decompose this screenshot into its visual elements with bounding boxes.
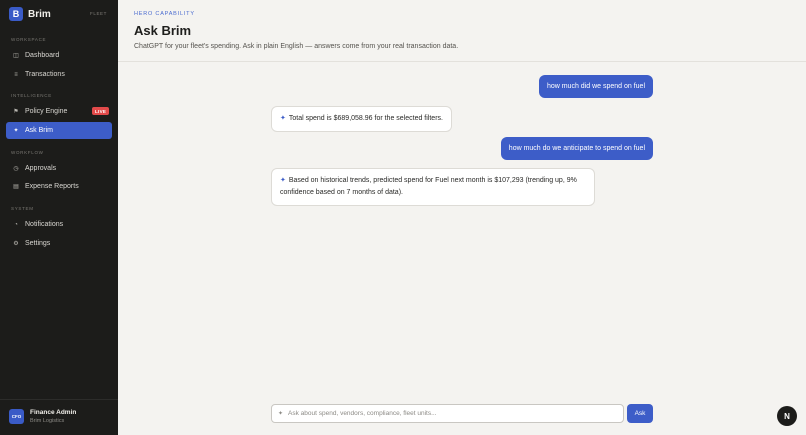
user-name[interactable]: Finance Admin [30,409,76,416]
message-text: how much do we anticipate to spend on fu… [508,145,645,152]
section-label-workflow: WORKFLOW [11,150,44,155]
sidebar-item-ask-brim[interactable]: ✦ Ask Brim [6,122,112,139]
page-eyebrow: HERO CAPABILITY [134,11,195,17]
sidebar-item-label: Transactions [25,71,65,78]
user-org: Brim Logistics [30,418,65,424]
sidebar-item-transactions[interactable]: ≡ Transactions [6,66,112,83]
section-label-system: SYSTEM [11,206,34,211]
sidebar-item-settings[interactable]: ⚙ Settings [6,235,112,252]
brand-tag: FLEET [90,11,108,16]
ask-button[interactable]: Ask [627,404,653,423]
message-text: Total spend is $689,058.96 for the selec… [288,115,443,122]
flag-icon: ⚑ [13,109,19,115]
sidebar-item-policy-engine[interactable]: ⚑ Policy Engine LIVE [6,103,112,120]
sidebar: B Brim FLEET WORKSPACE ◫ Dashboard ≡ Tra… [0,0,118,435]
sparkle-icon: ✦ [278,411,284,417]
message-text: Based on historical trends, predicted sp… [280,177,577,196]
section-label-workspace: WORKSPACE [11,37,47,42]
sidebar-item-label: Settings [25,240,51,247]
page-title: Ask Brim [134,23,192,38]
avatar[interactable]: CFO [9,409,24,424]
bell-icon: ◔ [14,221,18,228]
sidebar-item-label: Approvals [25,165,57,172]
message-text: how much did we spend on fuel [546,83,645,90]
sidebar-item-label: Dashboard [25,52,60,59]
sparkle-icon: ✦ [280,115,286,122]
user-message: how much did we spend on fuel [538,75,653,98]
live-badge: LIVE [92,107,110,115]
sidebar-divider [0,399,118,400]
check-circle-icon: ◷ [13,166,19,172]
brand-name: Brim [28,8,51,20]
brand[interactable]: B Brim [9,6,51,22]
sparkle-icon: ✦ [13,128,19,134]
assistant-message: ✦ Based on historical trends, predicted s… [271,168,595,206]
gear-icon: ⚙ [13,241,19,247]
sidebar-item-approvals[interactable]: ◷ Approvals [6,160,112,177]
user-message: how much do we anticipate to spend on fu… [500,137,653,160]
ask-input[interactable] [288,410,619,417]
ask-input-container[interactable]: ✦ [271,404,624,423]
sidebar-item-expense-reports[interactable]: ▤ Expense Reports [6,178,112,195]
floating-action-button[interactable]: N [777,406,797,426]
brand-logo-icon: B [9,7,23,21]
page-header: HERO CAPABILITY Ask Brim ChatGPT for you… [118,0,806,62]
section-label-intelligence: INTELLIGENCE [11,93,52,98]
grid-icon: ◫ [13,53,19,59]
sidebar-item-label: Ask Brim [25,127,53,134]
sidebar-item-label: Notifications [25,221,64,228]
assistant-message: ✦ Total spend is $689,058.96 for the sele… [271,106,452,132]
sparkle-icon: ✦ [280,177,286,184]
sidebar-item-label: Policy Engine [25,108,68,115]
page-subtitle: ChatGPT for your fleet's spending. Ask i… [134,43,459,50]
list-icon: ≡ [14,71,18,78]
sidebar-item-dashboard[interactable]: ◫ Dashboard [6,47,112,64]
sidebar-item-label: Expense Reports [25,183,79,190]
sidebar-item-notifications[interactable]: ◔ Notifications [6,216,112,233]
document-icon: ▤ [13,184,19,190]
